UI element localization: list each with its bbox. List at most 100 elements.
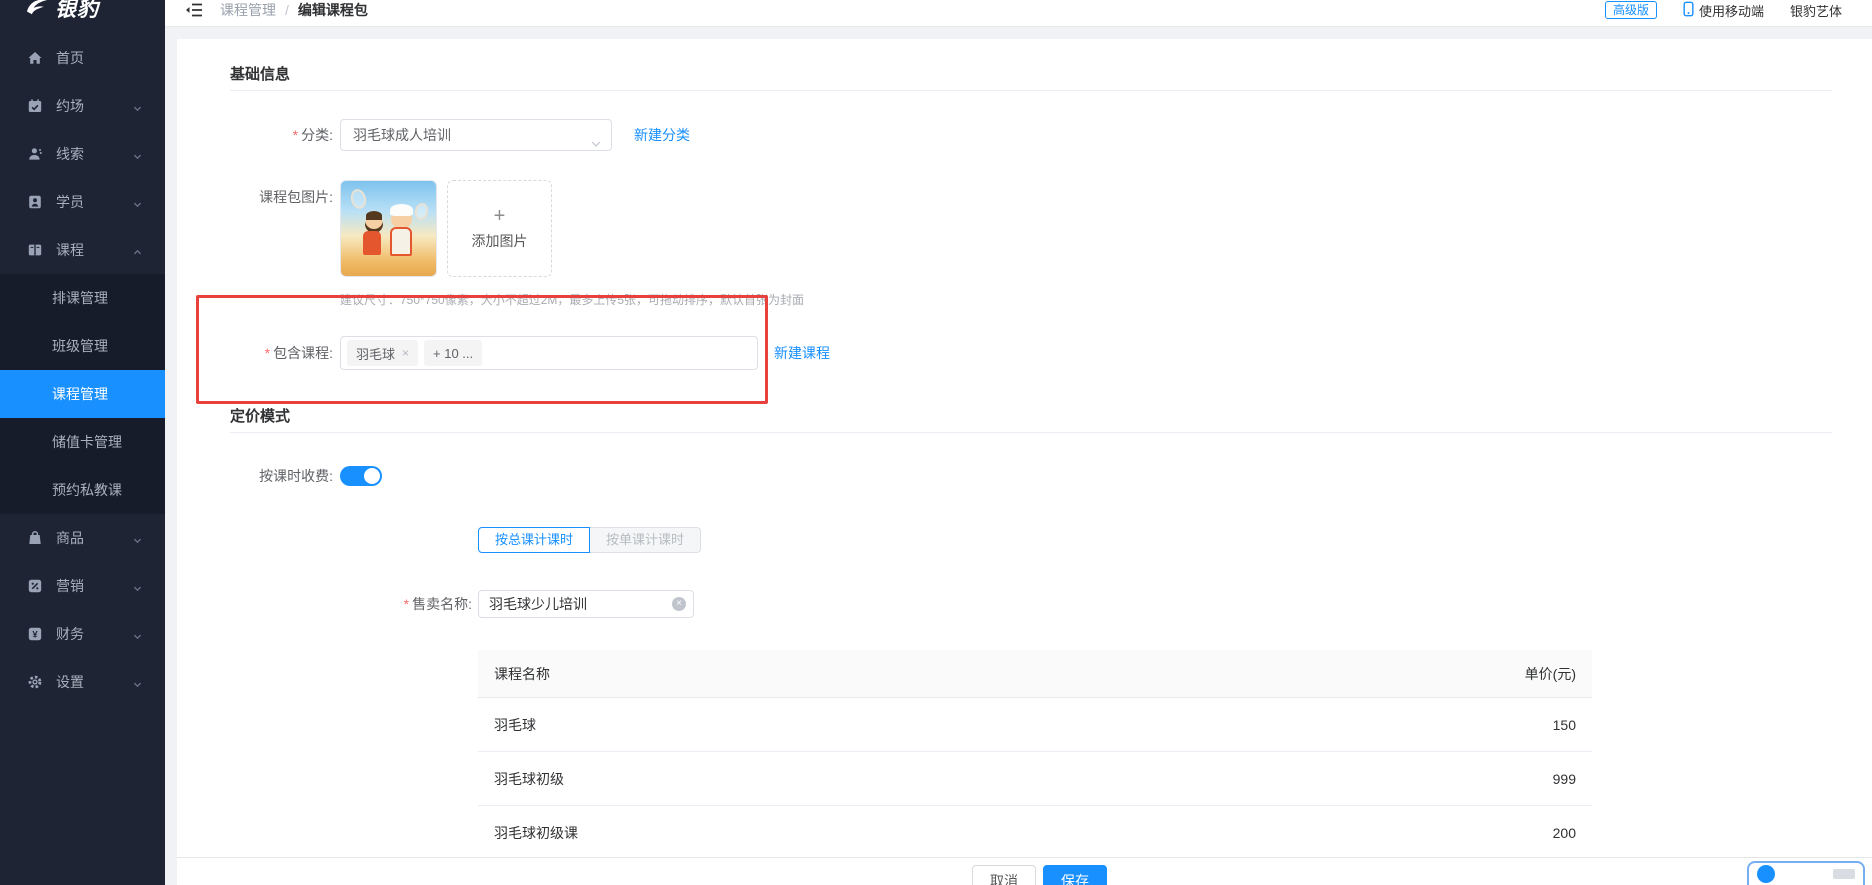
course-tag[interactable]: 羽毛球 × — [347, 340, 418, 366]
save-button[interactable]: 保存 — [1043, 865, 1107, 885]
book-icon — [27, 242, 43, 258]
mobile-app-link[interactable]: 使用移动端 — [1683, 1, 1764, 20]
sidebar-item-venues[interactable]: 约场 — [0, 82, 165, 130]
form-footer: 取消 保存 — [177, 857, 1872, 885]
course-tag-label: 羽毛球 — [356, 344, 395, 363]
new-course-link[interactable]: 新建课程 — [774, 336, 830, 370]
course-price-table: 课程名称 单价(元) 羽毛球 150 羽毛球初级 999 羽毛球初级课 200 — [478, 650, 1592, 860]
sidebar-item-label: 设置 — [56, 672, 84, 692]
kid-figure-shape — [390, 227, 412, 256]
course-tag-more[interactable]: + 10 ... — [424, 340, 482, 366]
topbar: 课程管理 / 编辑课程包 高级版 使用移动端 银豹艺体 — [165, 0, 1872, 27]
charge-by-hours-toggle[interactable] — [340, 466, 382, 486]
account-name[interactable]: 银豹艺体 — [1790, 1, 1842, 20]
svg-text:¥: ¥ — [32, 630, 38, 641]
course-package-image[interactable] — [340, 180, 437, 277]
sale-name-field: × — [478, 590, 694, 618]
chevron-down-icon — [132, 101, 143, 112]
chevron-up-icon — [132, 245, 143, 256]
sidebar-item-label: 学员 — [56, 192, 84, 212]
category-select-value: 羽毛球成人培训 — [353, 127, 451, 143]
chat-widget[interactable] — [1747, 861, 1865, 885]
charge-by-hours-label: 按课时收费: — [177, 466, 333, 486]
sidebar-item-label: 首页 — [56, 48, 84, 68]
required-star: * — [293, 127, 298, 143]
badminton-racket-shape — [413, 202, 429, 221]
sidebar-item-label: 财务 — [56, 624, 84, 644]
logo[interactable]: 银豹 — [0, 0, 165, 27]
course-name-cell: 羽毛球初级课 — [494, 823, 1456, 843]
chevron-down-icon — [132, 149, 143, 160]
hour-counting-tabs: 按总课计课时 按单课计课时 — [478, 527, 701, 553]
clear-input-icon[interactable]: × — [672, 597, 686, 611]
submenu-item-stored-value-card[interactable]: 储值卡管理 — [0, 418, 165, 466]
submenu-item-label: 班级管理 — [52, 336, 108, 356]
column-unit-price: 单价(元) — [1456, 664, 1576, 684]
column-course-name: 课程名称 — [494, 664, 1456, 684]
submenu-item-course-management[interactable]: 课程管理 — [0, 370, 165, 418]
sale-name-label: *售卖名称: — [177, 590, 472, 618]
sidebar-item-students[interactable]: 学员 — [0, 178, 165, 226]
unit-price-cell: 999 — [1456, 771, 1576, 787]
category-select[interactable]: 羽毛球成人培训 — [340, 119, 612, 151]
chevron-down-icon — [132, 629, 143, 640]
table-header-row: 课程名称 单价(元) — [478, 650, 1592, 698]
sidebar-nav: 首页 约场 线索 学员 课程 — [0, 27, 165, 706]
add-image-label: 添加图片 — [472, 231, 528, 251]
sidebar-item-courses[interactable]: 课程 — [0, 226, 165, 274]
submenu-item-label: 预约私教课 — [52, 480, 122, 500]
new-category-link[interactable]: 新建分类 — [634, 119, 690, 151]
required-star: * — [265, 345, 270, 361]
kid-figure-shape — [363, 231, 381, 255]
collapse-menu-icon[interactable] — [184, 0, 204, 20]
tab-total-hours[interactable]: 按总课计课时 — [478, 527, 590, 553]
student-badge-icon — [27, 194, 43, 210]
course-name-cell: 羽毛球初级 — [494, 769, 1456, 789]
table-row[interactable]: 羽毛球 150 — [478, 698, 1592, 752]
sidebar-item-leads[interactable]: 线索 — [0, 130, 165, 178]
basic-info-section-title: 基础信息 — [230, 63, 290, 84]
breadcrumb-current: 编辑课程包 — [298, 0, 368, 20]
section-divider — [230, 90, 1832, 91]
chevron-down-icon — [132, 197, 143, 208]
edit-course-package-card: 基础信息 *分类: 羽毛球成人培训 新建分类 课程包图片: + 添加图片 建议尺… — [177, 39, 1872, 885]
submenu-item-private-lesson[interactable]: 预约私教课 — [0, 466, 165, 514]
included-courses-label: *包含课程: — [177, 336, 333, 370]
tab-single-hours[interactable]: 按单课计课时 — [590, 527, 701, 553]
sidebar-item-marketing[interactable]: 营销 — [0, 562, 165, 610]
chat-mini-shape — [1833, 869, 1855, 879]
cancel-button[interactable]: 取消 — [972, 865, 1036, 885]
sidebar: 银豹 首页 约场 线索 学员 — [0, 0, 165, 885]
submenu-item-label: 课程管理 — [52, 384, 108, 404]
tag-close-icon[interactable]: × — [402, 346, 409, 360]
sidebar-item-label: 线索 — [56, 144, 84, 164]
course-name-cell: 羽毛球 — [494, 715, 1456, 735]
submenu-item-class-management[interactable]: 班级管理 — [0, 322, 165, 370]
submenu-item-label: 储值卡管理 — [52, 432, 122, 452]
unit-price-cell: 150 — [1456, 717, 1576, 733]
submenu-item-label: 排课管理 — [52, 288, 108, 308]
calendar-check-icon — [27, 98, 43, 114]
leopard-logo-icon — [24, 0, 50, 22]
chat-avatar-icon — [1757, 865, 1775, 883]
sidebar-item-label: 约场 — [56, 96, 84, 116]
image-upload-hint: 建议尺寸：750*750像素，大小不超过2M，最多上传5张，可拖动排序，默认首张… — [340, 291, 804, 308]
package-image-label: 课程包图片: — [177, 187, 333, 207]
table-row[interactable]: 羽毛球初级课 200 — [478, 806, 1592, 860]
mobile-app-label: 使用移动端 — [1699, 1, 1764, 20]
sidebar-item-finance[interactable]: ¥ 财务 — [0, 610, 165, 658]
included-courses-input[interactable]: 羽毛球 × + 10 ... — [340, 336, 758, 370]
breadcrumb-parent[interactable]: 课程管理 — [220, 0, 276, 20]
table-row[interactable]: 羽毛球初级 999 — [478, 752, 1592, 806]
submenu-item-schedule-management[interactable]: 排课管理 — [0, 274, 165, 322]
sidebar-item-settings[interactable]: 设置 — [0, 658, 165, 706]
add-image-button[interactable]: + 添加图片 — [447, 180, 552, 277]
sidebar-item-goods[interactable]: 商品 — [0, 514, 165, 562]
chevron-down-icon — [132, 533, 143, 544]
sidebar-item-home[interactable]: 首页 — [0, 34, 165, 82]
sale-name-input[interactable] — [478, 590, 694, 618]
unit-price-cell: 200 — [1456, 825, 1576, 841]
chevron-down-icon — [132, 581, 143, 592]
plan-badge[interactable]: 高级版 — [1605, 1, 1657, 19]
phone-icon — [1683, 1, 1694, 20]
